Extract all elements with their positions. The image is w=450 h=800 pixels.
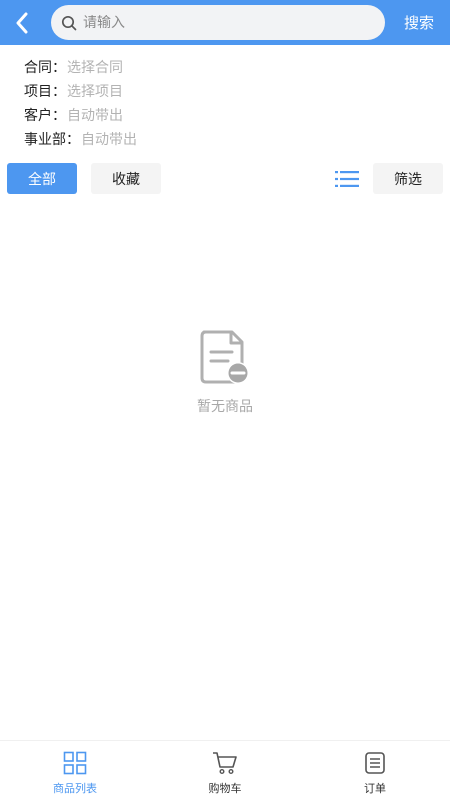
nav-cart[interactable]: 购物车 [150, 741, 300, 800]
department-row: 事业部： 自动带出 [24, 127, 137, 151]
customer-row: 客户： 自动带出 [24, 103, 137, 127]
product-list-page: 搜索 合同： 选择合同 项目： 选择项目 客户： 自动带出 事业部： 自动带出 … [0, 0, 450, 800]
contract-label: 合同： [24, 60, 66, 76]
nav-product-list[interactable]: 商品列表 [0, 741, 150, 800]
nav-label: 订单 [364, 782, 386, 795]
contract-row[interactable]: 合同： 选择合同 [24, 55, 137, 79]
search-icon [61, 15, 77, 30]
back-button[interactable] [0, 0, 44, 45]
cart-icon [213, 752, 237, 775]
chevron-left-icon [16, 12, 28, 33]
project-label: 项目： [24, 84, 66, 100]
tab-all[interactable]: 全部 [7, 163, 77, 194]
order-info: 合同： 选择合同 项目： 选择项目 客户： 自动带出 事业部： 自动带出 [24, 55, 137, 151]
project-row[interactable]: 项目： 选择项目 [24, 79, 137, 103]
search-box[interactable] [51, 5, 385, 40]
nav-label: 购物车 [208, 782, 242, 795]
order-list-icon [365, 752, 385, 774]
filter-button[interactable]: 筛选 [373, 163, 443, 194]
nav-label: 商品列表 [53, 782, 97, 795]
contract-select[interactable]: 选择合同 [67, 57, 123, 77]
search-input[interactable] [83, 14, 343, 31]
customer-value: 自动带出 [67, 108, 123, 124]
empty-state: 暂无商品 [0, 328, 450, 416]
list-icon [335, 171, 359, 187]
project-select[interactable]: 选择项目 [67, 81, 123, 101]
category-tabs: 全部 收藏 筛选 [0, 161, 450, 195]
tab-favorites[interactable]: 收藏 [91, 163, 161, 194]
search-button[interactable]: 搜索 [395, 0, 443, 45]
department-value: 自动带出 [81, 132, 137, 148]
bottom-nav: 商品列表 购物车 订单 [0, 740, 450, 800]
empty-message: 暂无商品 [197, 399, 253, 415]
top-bar: 搜索 [0, 0, 450, 45]
customer-label: 客户： [24, 108, 66, 124]
nav-orders[interactable]: 订单 [300, 741, 450, 800]
department-label: 事业部： [24, 132, 80, 148]
list-view-button[interactable] [332, 167, 362, 191]
grid-icon [63, 751, 87, 775]
empty-document-icon [200, 330, 249, 384]
